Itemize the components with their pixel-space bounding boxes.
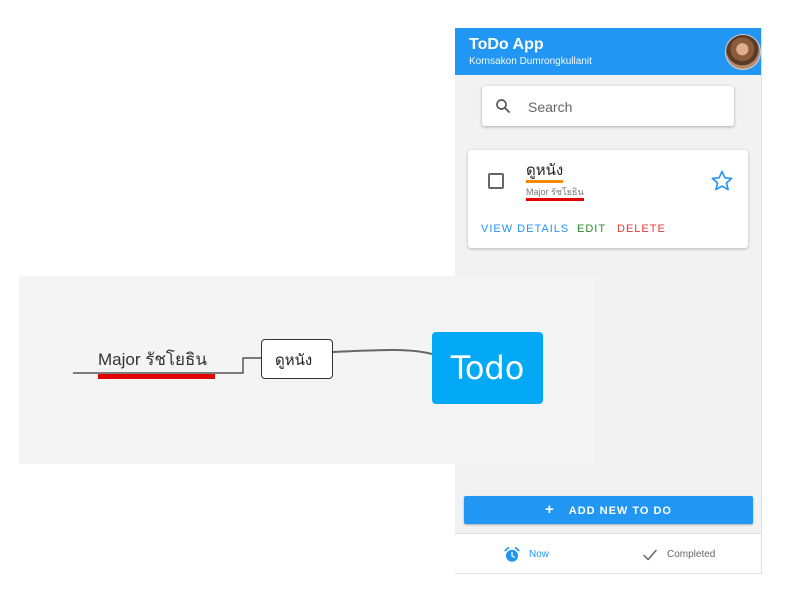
bottom-navigation: Now Completed bbox=[455, 533, 761, 573]
mindmap-node-movie-label: ดูหนัง bbox=[275, 352, 313, 369]
todo-checkbox[interactable] bbox=[488, 173, 504, 189]
add-new-todo-button[interactable]: + ADD NEW TO DO bbox=[464, 496, 753, 524]
app-title: ToDo App bbox=[469, 36, 544, 53]
todo-card: ดูหนัง Major รัชโยธิน VIEW DETAILS EDIT … bbox=[468, 150, 748, 248]
avatar[interactable] bbox=[725, 34, 761, 70]
search-box[interactable] bbox=[482, 86, 734, 128]
nav-completed-label: Completed bbox=[667, 549, 716, 560]
root-to-child-connector bbox=[330, 349, 433, 355]
delete-button[interactable]: DELETE bbox=[617, 223, 666, 235]
todo-title: ดูหนัง bbox=[526, 162, 564, 183]
star-icon[interactable] bbox=[710, 169, 734, 193]
grandchild-underline bbox=[98, 374, 215, 379]
todo-subtitle: Major รัชโยธิน bbox=[526, 186, 584, 201]
plus-icon: + bbox=[544, 501, 555, 518]
app-subtitle: Kornsakon Dumrongkullanit bbox=[469, 56, 592, 67]
mindmap-node-major: Major รัชโยธิน bbox=[98, 350, 207, 369]
add-new-todo-label: ADD NEW TO DO bbox=[568, 505, 672, 517]
app-header: ToDo App Kornsakon Dumrongkullanit bbox=[455, 28, 761, 75]
mindmap-panel: Major รัชโยธิน ดูหนัง Todo bbox=[19, 276, 595, 464]
search-icon bbox=[496, 99, 510, 113]
view-details-button[interactable]: VIEW DETAILS bbox=[481, 223, 569, 235]
nav-now-label: Now bbox=[529, 549, 550, 560]
check-icon bbox=[643, 549, 657, 561]
mindmap-node-movie: ดูหนัง bbox=[261, 339, 333, 379]
alarm-clock-icon bbox=[504, 546, 520, 562]
edit-button[interactable]: EDIT bbox=[577, 223, 606, 235]
mindmap-node-todo: Todo bbox=[432, 332, 543, 404]
search-input[interactable] bbox=[526, 86, 720, 128]
